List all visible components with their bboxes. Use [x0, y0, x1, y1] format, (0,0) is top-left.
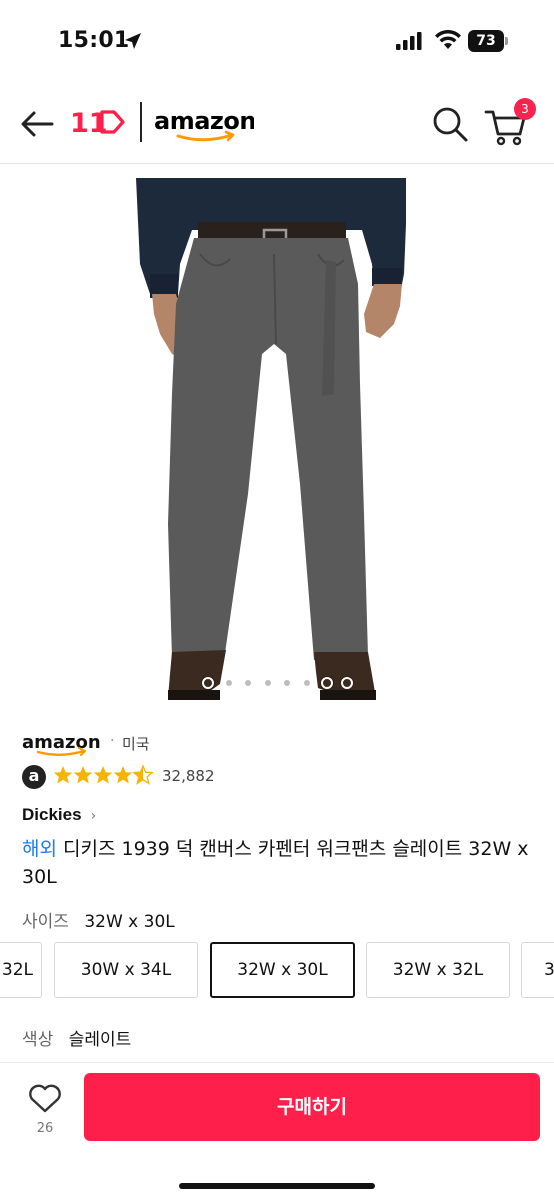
battery-level: 73: [468, 30, 504, 52]
rating-row[interactable]: a 32,882: [22, 764, 322, 790]
star-icon: [113, 766, 133, 784]
carousel-dot[interactable]: [341, 677, 353, 689]
product-photo-pants: [136, 178, 406, 700]
size-option[interactable]: 3: [521, 942, 554, 998]
carousel-dot[interactable]: [303, 679, 311, 687]
size-label: 사이즈: [22, 912, 69, 932]
amazon-badge-icon: a: [22, 765, 46, 789]
size-label-row: 사이즈 32W x 30L: [22, 907, 175, 932]
battery-indicator: 73: [468, 30, 508, 52]
size-option[interactable]: 30W x 34L: [54, 942, 198, 998]
home-indicator: [179, 1183, 375, 1189]
star-icon: [53, 766, 73, 784]
carousel-dot[interactable]: [264, 679, 272, 687]
review-count: 32,882: [162, 767, 215, 785]
carousel-dot[interactable]: [244, 679, 252, 687]
like-count: 26: [36, 1121, 54, 1136]
top-nav: 11 amazon 3: [0, 82, 554, 164]
buy-button[interactable]: 구매하기: [84, 1073, 540, 1141]
product-title: 해외 디키즈 1939 덕 캔버스 카펜터 워크팬츠 슬레이트 32W x 30…: [22, 835, 532, 891]
carousel-dot-active[interactable]: [202, 677, 214, 689]
size-option[interactable]: 32L: [0, 942, 42, 998]
star-rating: [53, 764, 154, 785]
search-icon: [433, 107, 468, 142]
search-button[interactable]: [430, 104, 470, 144]
heart-icon: [29, 1084, 61, 1113]
logo-divider: [140, 102, 142, 142]
brand-link[interactable]: Dickies ›: [22, 805, 96, 829]
carousel-dot[interactable]: [283, 679, 291, 687]
product-image[interactable]: [0, 164, 554, 704]
chevron-right-icon: ›: [90, 808, 97, 824]
amazon-seller-logo: amazon: [22, 729, 101, 757]
status-time: 15:01: [58, 28, 130, 53]
bottom-action-bar: 26 구매하기: [0, 1062, 554, 1200]
size-selected-value: 32W x 30L: [84, 912, 175, 932]
seller-row: amazon · 미국: [22, 729, 322, 757]
wifi-icon: [435, 30, 461, 49]
carousel-dot[interactable]: [321, 677, 333, 689]
seller-separator: ·: [110, 733, 115, 749]
color-row: 색상 슬레이트: [22, 1025, 132, 1050]
size-options: 32L 30W x 34L 32W x 30L 32W x 32L 3: [0, 942, 554, 1000]
location-arrow-icon: [125, 33, 141, 49]
color-value: 슬레이트: [68, 1030, 132, 1050]
11st-logo[interactable]: 11: [70, 106, 130, 139]
size-option[interactable]: 32W x 32L: [366, 942, 510, 998]
amazon-logo-text: amazon: [154, 107, 254, 135]
product-title-text: 디키즈 1939 덕 캔버스 카펜터 워크팬츠 슬레이트 32W x 30L: [22, 838, 529, 888]
cart-count-badge: 3: [514, 98, 536, 120]
amazon-logo: amazon: [154, 102, 256, 146]
cart-button[interactable]: 3: [484, 98, 536, 146]
brand-name: Dickies: [22, 805, 82, 824]
arrow-left-icon: [21, 111, 54, 137]
carousel-indicators: [0, 676, 554, 690]
back-button[interactable]: [18, 106, 58, 142]
color-label: 색상: [22, 1030, 54, 1050]
like-button[interactable]: 26: [20, 1081, 70, 1147]
half-star-icon: [132, 764, 154, 785]
battery-tip: [505, 37, 508, 45]
star-icon: [93, 766, 113, 784]
size-option-selected[interactable]: 32W x 30L: [210, 942, 355, 998]
status-bar: 15:01 73: [0, 0, 554, 82]
overseas-tag: 해외: [22, 838, 57, 860]
cellular-signal-icon: [396, 32, 422, 50]
seller-country: 미국: [122, 735, 150, 753]
amazon-seller-logo-text: amazon: [22, 732, 100, 753]
star-icon: [73, 766, 93, 784]
carousel-dot[interactable]: [225, 679, 233, 687]
